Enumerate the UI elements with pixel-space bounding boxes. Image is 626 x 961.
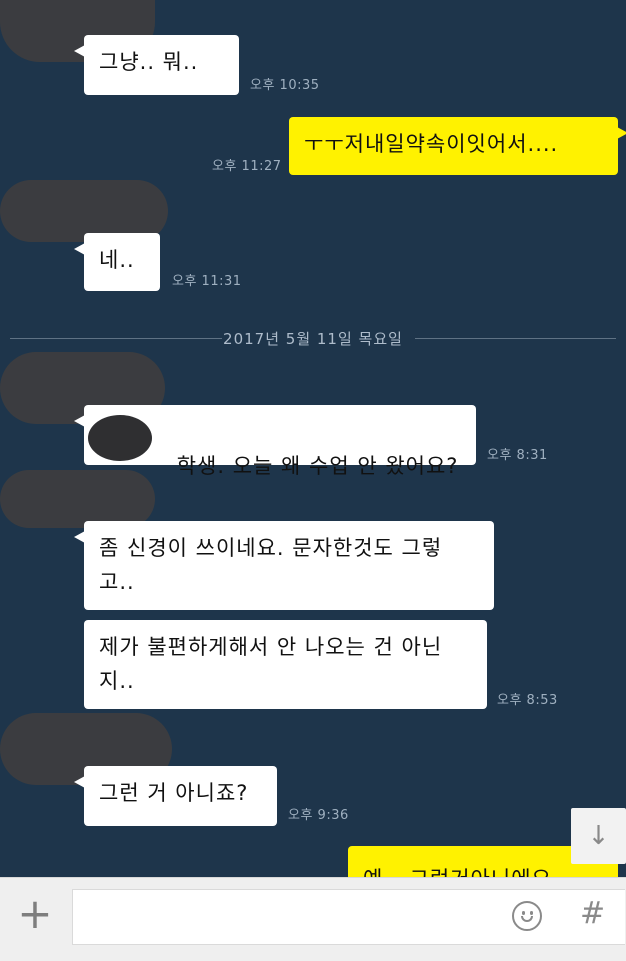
message-time: 오후 10:35 — [250, 78, 320, 93]
redacted-name — [88, 415, 152, 461]
date-divider: 2017년 5월 11일 목요일 — [10, 328, 616, 348]
chat-area[interactable]: 그냥.. 뭐.. 오후 10:35 오후 11:27 ㅜㅜ저내일약속이잇어서..… — [0, 0, 626, 880]
message-composer: + # — [0, 877, 626, 961]
message-time: 오후 11:31 — [172, 274, 242, 289]
message-bubble-incoming[interactable]: 좀 신경이 쓰이네요. 문자한것도 그렇 고.. — [74, 521, 494, 610]
message-time: 오후 8:31 — [487, 448, 548, 463]
message-bubble-incoming[interactable]: 네.. — [74, 233, 160, 291]
scroll-down-button[interactable]: ↓ — [571, 808, 626, 864]
message-time: 오후 9:36 — [288, 808, 349, 823]
redacted-profile — [0, 470, 155, 528]
message-text: 학생. 오늘 왜 수업 안 왔어요? — [176, 454, 459, 478]
message-bubble-incoming[interactable]: 제가 불편하게해서 안 나오는 건 아닌 지.. — [84, 620, 487, 709]
message-bubble-outgoing[interactable]: ㅜㅜ저내일약속이잇어서.... — [289, 117, 626, 175]
plus-icon[interactable]: + — [14, 893, 56, 936]
message-input[interactable] — [72, 889, 625, 945]
hash-icon[interactable]: # — [580, 896, 605, 931]
arrow-down-icon: ↓ — [587, 821, 610, 851]
message-bubble-incoming[interactable]: 그런 거 아니죠? — [74, 766, 277, 826]
smiley-icon[interactable] — [512, 901, 542, 931]
message-time: 오후 8:53 — [497, 693, 558, 708]
message-bubble-incoming[interactable]: 그냥.. 뭐.. — [74, 35, 239, 95]
message-time: 오후 11:27 — [212, 159, 282, 174]
date-divider-label: 2017년 5월 11일 목요일 — [223, 330, 403, 348]
